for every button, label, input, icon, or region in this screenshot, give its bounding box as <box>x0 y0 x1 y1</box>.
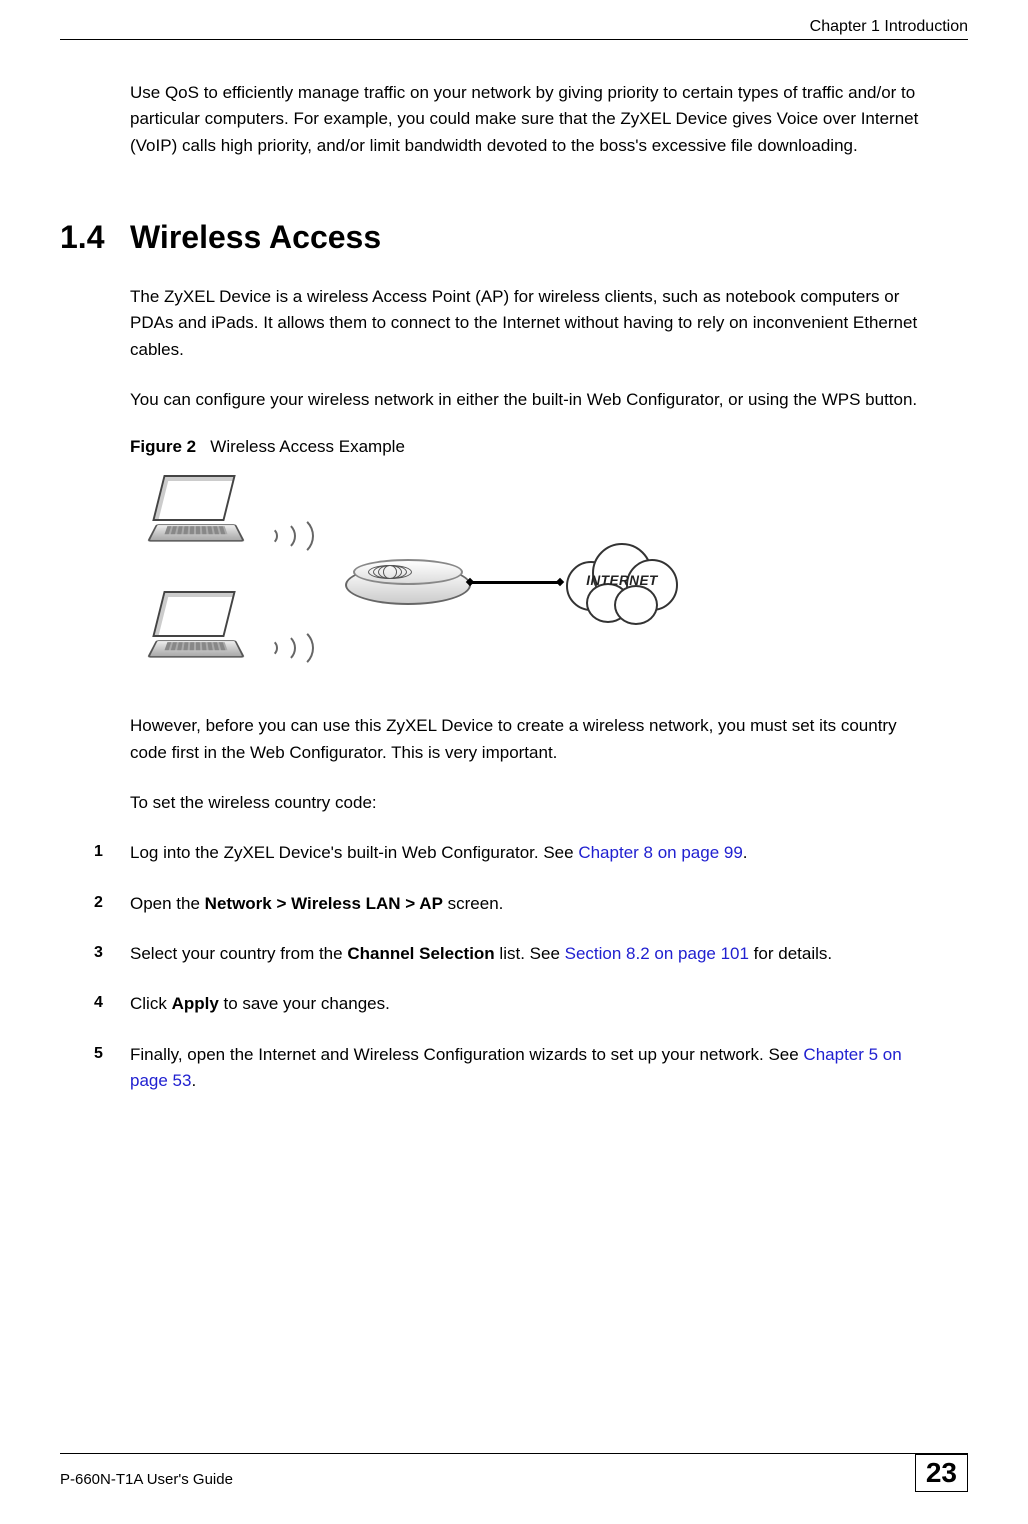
cross-ref-link[interactable]: Chapter 8 on page 99 <box>578 843 742 862</box>
ui-label: Channel Selection <box>347 944 494 963</box>
page-footer: P-660N-T1A User's Guide 23 <box>60 1453 968 1494</box>
cable-icon <box>470 581 560 584</box>
page-number: 23 <box>915 1454 968 1492</box>
step-number: 1 <box>94 840 130 866</box>
menu-path: Network > Wireless LAN > AP <box>205 894 443 913</box>
wireless-para-2: You can configure your wireless network … <box>130 387 928 413</box>
ui-label: Apply <box>172 994 219 1013</box>
step-list: 1 Log into the ZyXEL Device's built-in W… <box>130 840 928 1094</box>
section-number: 1.4 <box>60 219 130 256</box>
section-title: Wireless Access <box>130 219 381 255</box>
step-text: Click Apply to save your changes. <box>130 991 928 1017</box>
guide-title: P-660N-T1A User's Guide <box>60 1471 233 1488</box>
page-header: Chapter 1 Introduction <box>60 18 968 40</box>
step-number: 3 <box>94 941 130 967</box>
laptop-icon <box>148 589 248 663</box>
step-text: Log into the ZyXEL Device's built-in Web… <box>130 840 928 866</box>
section-heading: 1.4Wireless Access <box>60 219 968 256</box>
figure-caption: Figure 2 Wireless Access Example <box>130 437 968 457</box>
step-number: 5 <box>94 1042 130 1095</box>
step-item: 4 Click Apply to save your changes. <box>130 991 928 1017</box>
step-item: 2 Open the Network > Wireless LAN > AP s… <box>130 891 928 917</box>
step-item: 3 Select your country from the Channel S… <box>130 941 928 967</box>
step-number: 4 <box>94 991 130 1017</box>
page-content: Use QoS to efficiently manage traffic on… <box>60 40 968 1095</box>
step-item: 1 Log into the ZyXEL Device's built-in W… <box>130 840 928 866</box>
step-number: 2 <box>94 891 130 917</box>
step-item: 5 Finally, open the Internet and Wireles… <box>130 1042 928 1095</box>
step-text: Open the Network > Wireless LAN > AP scr… <box>130 891 928 917</box>
laptop-icon <box>148 473 248 547</box>
chapter-label: Chapter 1 Introduction <box>810 18 968 35</box>
figure-title: Wireless Access Example <box>210 437 405 456</box>
router-icon <box>345 559 473 609</box>
wireless-para-1: The ZyXEL Device is a wireless Access Po… <box>130 284 928 363</box>
cloud-label: INTERNET <box>558 573 686 588</box>
cross-ref-link[interactable]: Section 8.2 on page 101 <box>565 944 749 963</box>
step-text: Finally, open the Internet and Wireless … <box>130 1042 928 1095</box>
wireless-access-figure: INTERNET <box>130 467 690 683</box>
internet-cloud-icon: INTERNET <box>558 537 686 625</box>
step-text: Select your country from the Channel Sel… <box>130 941 928 967</box>
country-code-note: However, before you can use this ZyXEL D… <box>130 713 928 766</box>
steps-intro: To set the wireless country code: <box>130 790 928 816</box>
figure-label: Figure 2 <box>130 437 196 456</box>
qos-intro-paragraph: Use QoS to efficiently manage traffic on… <box>130 80 928 159</box>
